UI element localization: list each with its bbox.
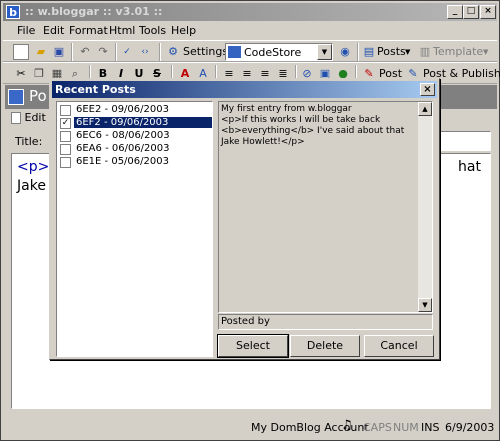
- menu-format[interactable]: Format: [69, 24, 108, 37]
- posts-dropdown-icon[interactable]: ▼: [405, 48, 410, 56]
- blog-icon: [228, 46, 241, 58]
- posted-by-label: Posted by: [221, 316, 270, 327]
- template-icon: ▥: [419, 45, 431, 58]
- separator: [159, 43, 161, 61]
- delete-button[interactable]: Delete: [290, 335, 360, 357]
- scroll-down-icon[interactable]: ▼: [418, 298, 432, 312]
- title-label: Title:: [15, 135, 43, 148]
- music-icon: ♫: [341, 418, 353, 433]
- template-label: Template: [433, 45, 484, 58]
- posts-list[interactable]: 6EE2 - 09/06/2003 ✓ 6EF2 - 09/06/2003 6E…: [56, 101, 213, 357]
- edit-tab-label: Edit: [24, 111, 46, 124]
- post-checkbox[interactable]: [60, 105, 71, 116]
- posted-by-field: Posted by: [218, 314, 433, 330]
- window-title: :: w.bloggar :: v3.01 ::: [25, 5, 163, 18]
- posts-icon[interactable]: ▤: [361, 44, 377, 60]
- post-checkbox[interactable]: [60, 157, 71, 168]
- app-icon[interactable]: b: [6, 5, 20, 19]
- list-item[interactable]: 6EC6 - 08/06/2003: [59, 130, 210, 143]
- status-caps: CAPS: [363, 421, 392, 434]
- dialog-title-bar: Recent Posts ×: [52, 81, 437, 98]
- settings-icon[interactable]: ⚙: [165, 44, 181, 60]
- save-icon[interactable]: ▣: [51, 44, 67, 60]
- post-checkbox[interactable]: [60, 144, 71, 155]
- post-checkbox[interactable]: ✓: [60, 118, 71, 129]
- undo-icon[interactable]: ↶: [77, 44, 93, 60]
- editor-tag: <p>: [17, 159, 50, 175]
- list-item[interactable]: ✓ 6EF2 - 09/06/2003: [59, 117, 212, 130]
- menu-edit[interactable]: Edit: [43, 24, 64, 37]
- main-toolbar: ▰ ▣ ↶ ↷ ✓ ‹› ⚙ Settings CodeStore ▼ ◉ ▤ …: [3, 40, 497, 62]
- panel-title: Po: [29, 87, 47, 105]
- editor-line-1-tail: hat: [458, 159, 481, 175]
- panel-icon: [8, 89, 24, 105]
- menu-tools[interactable]: Tools: [139, 24, 166, 37]
- redo-icon[interactable]: ↷: [95, 44, 111, 60]
- tab-edit[interactable]: Edit: [11, 111, 46, 124]
- scroll-up-icon[interactable]: ▲: [418, 102, 432, 116]
- preview-scrollbar[interactable]: ▲ ▼: [418, 102, 432, 312]
- menu-bar: File Edit Format Html Tools Help: [3, 22, 497, 40]
- copy-icon[interactable]: ❐: [31, 66, 47, 82]
- blog-info-icon[interactable]: ◉: [337, 44, 353, 60]
- spellcheck-icon[interactable]: ✓: [119, 44, 135, 60]
- separator: [71, 43, 73, 61]
- chevron-down-icon[interactable]: ▼: [317, 44, 332, 60]
- list-item[interactable]: 6EA6 - 06/06/2003: [59, 143, 210, 156]
- post-label: 6EF2 - 09/06/2003: [74, 117, 212, 128]
- blog-select-value: CodeStore: [244, 46, 302, 59]
- menu-help[interactable]: Help: [171, 24, 196, 37]
- cancel-button[interactable]: Cancel: [364, 335, 434, 357]
- post-checkbox[interactable]: [60, 131, 71, 142]
- select-button[interactable]: Select: [217, 334, 289, 358]
- blog-select[interactable]: CodeStore ▼: [225, 43, 333, 61]
- cut-icon[interactable]: ✂: [13, 66, 29, 82]
- open-folder-icon[interactable]: ▰: [33, 44, 49, 60]
- maximize-button[interactable]: □: [463, 5, 479, 19]
- title-bar: b :: w.bloggar :: v3.01 :: _ □ ×: [3, 3, 497, 21]
- separator: [357, 43, 359, 61]
- template-dropdown-icon: ▼: [483, 48, 489, 56]
- html-code-icon[interactable]: ‹›: [137, 44, 153, 60]
- edit-tab-icon: [11, 112, 21, 124]
- status-ins: INS: [421, 421, 440, 434]
- new-post-icon[interactable]: [13, 44, 29, 60]
- status-num: NUM: [393, 421, 419, 434]
- status-bar: My DomBlog Account ♫ CAPS NUM INS 6/9/20…: [3, 417, 497, 439]
- menu-file[interactable]: File: [17, 24, 35, 37]
- posts-label[interactable]: Posts: [377, 45, 406, 58]
- post-label: 6E1E - 05/06/2003: [76, 156, 169, 167]
- list-item[interactable]: 6E1E - 05/06/2003: [59, 156, 210, 169]
- list-item[interactable]: 6EE2 - 09/06/2003: [59, 104, 210, 117]
- status-date: 6/9/2003: [445, 421, 495, 434]
- post-label: 6EA6 - 06/06/2003: [76, 143, 170, 154]
- settings-label[interactable]: Settings: [183, 45, 228, 58]
- menu-html[interactable]: Html: [109, 24, 135, 37]
- dialog-close-button[interactable]: ×: [420, 83, 435, 96]
- post-label: 6EE2 - 09/06/2003: [76, 104, 169, 115]
- post-label: 6EC6 - 08/06/2003: [76, 130, 170, 141]
- recent-posts-dialog: Recent Posts × 6EE2 - 09/06/2003 ✓ 6EF2 …: [49, 78, 440, 360]
- dialog-title: Recent Posts: [55, 83, 136, 96]
- close-button[interactable]: ×: [480, 5, 496, 19]
- title-input[interactable]: [439, 131, 491, 151]
- preview-text: My first entry from w.bloggar <p>If this…: [221, 104, 405, 147]
- separator: [115, 43, 117, 61]
- post-preview: My first entry from w.bloggar <p>If this…: [218, 101, 433, 313]
- editor-line-2: Jake: [17, 178, 46, 194]
- minimize-button[interactable]: _: [447, 5, 463, 19]
